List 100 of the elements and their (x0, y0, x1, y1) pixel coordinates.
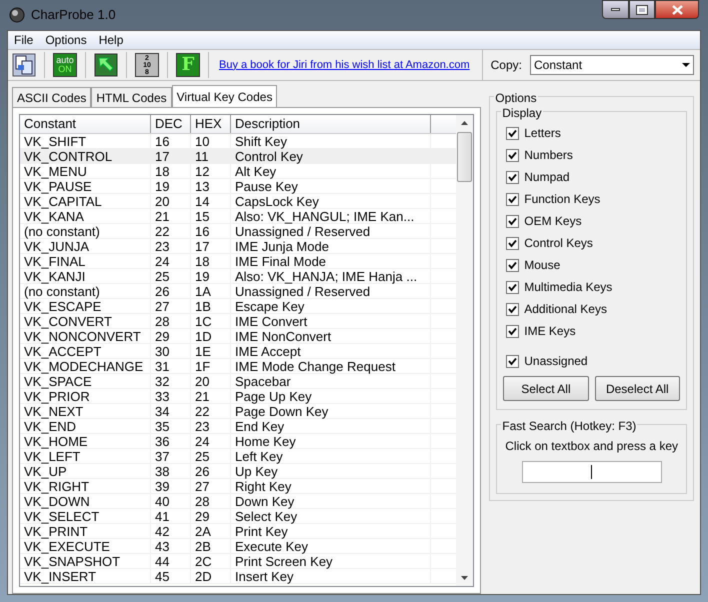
table-cell: VK_SELECT (20, 509, 151, 523)
table-row[interactable]: VK_SPACE 32 20 Spacebar (20, 374, 456, 389)
table-cell: 19 (191, 269, 231, 283)
table-cell: 20 (151, 194, 191, 208)
scrollbar[interactable] (456, 115, 474, 586)
table-row[interactable]: VK_LEFT 37 25 Left Key (20, 449, 456, 464)
window-title: CharProbe 1.0 (31, 6, 116, 24)
column-header[interactable]: Description (231, 115, 431, 133)
table-cell: Down Key (231, 494, 431, 508)
select-button[interactable]: Deselect All (594, 376, 680, 401)
table-row[interactable]: VK_END 35 23 End Key (20, 419, 456, 434)
table-row[interactable]: VK_CONVERT 28 1C IME Convert (20, 314, 456, 329)
checkbox[interactable] (506, 236, 520, 250)
checkbox[interactable] (506, 354, 520, 368)
table-row[interactable]: VK_NEXT 34 22 Page Down Key (20, 404, 456, 419)
table-row[interactable]: VK_CAPITAL 20 14 CapsLock Key (20, 194, 456, 209)
table-row[interactable]: (no constant) 26 1A Unassigned / Reserved (20, 284, 456, 299)
checkbox[interactable] (506, 302, 520, 316)
amazon-link[interactable]: Buy a book for Jiri from his wish list at Amazon.com (219, 56, 470, 74)
table-cell: 22 (151, 224, 191, 238)
table-row[interactable]: VK_HOME 36 24 Home Key (20, 434, 456, 449)
maximize-button[interactable] (629, 0, 655, 19)
menu-item[interactable]: Help (92, 31, 130, 49)
checkbox-label[interactable]: Control Keys (524, 234, 593, 252)
table-row[interactable]: VK_PAUSE 19 13 Pause Key (20, 179, 456, 194)
checkbox[interactable] (506, 214, 520, 228)
scroll-thumb[interactable] (457, 132, 472, 182)
column-header[interactable]: DEC (151, 115, 191, 133)
table-row[interactable]: VK_SNAPSHOT 44 2C Print Screen Key (20, 554, 456, 569)
table-row[interactable]: VK_SELECT 41 29 Select Key (20, 509, 456, 524)
table-cell: 1F (191, 359, 231, 373)
table-cell: 2A (191, 524, 231, 538)
menu-item[interactable]: Options (39, 31, 93, 49)
minimize-button[interactable] (602, 0, 629, 19)
table-row[interactable]: (no constant) 22 16 Unassigned / Reserved (20, 224, 456, 239)
copy-label: Copy: (490, 57, 522, 74)
checkbox-label[interactable]: OEM Keys (524, 212, 582, 230)
checkbox[interactable] (506, 170, 520, 184)
table-row[interactable]: VK_ESCAPE 27 1B Escape Key (20, 299, 456, 314)
tab[interactable]: ASCII Codes (12, 87, 92, 107)
table-row[interactable]: VK_MODECHANGE 31 1F IME Mode Change Request (20, 359, 456, 374)
checkbox-label[interactable]: Letters (524, 124, 561, 142)
checkbox[interactable] (506, 280, 520, 294)
checkbox-label[interactable]: Mouse (524, 256, 560, 274)
table-cell: 28 (191, 494, 231, 508)
table-row[interactable]: VK_FINAL 24 18 IME Final Mode (20, 254, 456, 269)
menu-item[interactable]: File (8, 31, 40, 49)
checkbox-label[interactable]: Additional Keys (524, 300, 607, 318)
toolbar-button[interactable]: auto ON (53, 53, 77, 77)
table-cell: 22 (191, 404, 231, 418)
checkbox[interactable] (506, 258, 520, 272)
table-cell: 21 (151, 209, 191, 223)
checkbox-label[interactable]: Numbers (524, 146, 573, 164)
table-cell: VK_ESCAPE (20, 299, 151, 313)
table-cell: 34 (151, 404, 191, 418)
checkbox-label[interactable]: Function Keys (524, 190, 600, 208)
select-button[interactable]: Select All (503, 376, 589, 401)
table-cell: VK_CONTROL (20, 149, 151, 163)
checkbox[interactable] (506, 192, 520, 206)
table-row[interactable]: VK_PRIOR 33 21 Page Up Key (20, 389, 456, 404)
table-cell: Page Down Key (231, 404, 431, 418)
table-row[interactable]: VK_DOWN 40 28 Down Key (20, 494, 456, 509)
table-row[interactable]: VK_PRINT 42 2A Print Key (20, 524, 456, 539)
close-button[interactable] (655, 0, 699, 19)
table-row[interactable]: VK_ACCEPT 30 1E IME Accept (20, 344, 456, 359)
table-cell: Pause Key (231, 179, 431, 193)
table-row[interactable]: VK_KANJI 25 19 Also: VK_HANJA; IME Hanja ... (20, 269, 456, 284)
tab[interactable]: Virtual Key Codes (172, 85, 278, 107)
table-row[interactable]: VK_JUNJA 23 17 IME Junja Mode (20, 239, 456, 254)
table-row[interactable]: VK_RIGHT 39 27 Right Key (20, 479, 456, 494)
checkbox-label[interactable]: IME Keys (524, 322, 576, 340)
table-cell: Shift Key (231, 134, 431, 148)
checkbox-label[interactable]: Numpad (524, 168, 570, 186)
copy-dropdown[interactable]: Constant (530, 55, 694, 75)
column-header[interactable]: Constant (20, 115, 151, 133)
table-row[interactable]: VK_MENU 18 12 Alt Key (20, 164, 456, 179)
checkbox-label[interactable]: Multimedia Keys (524, 278, 612, 296)
key-input-field[interactable] (522, 461, 662, 483)
table-cell: Print Screen Key (231, 554, 431, 568)
checkbox-label[interactable]: Unassigned (524, 352, 588, 370)
table-cell: Alt Key (231, 164, 431, 178)
table-cell: Escape Key (231, 299, 431, 313)
table-cell: VK_END (20, 419, 151, 433)
table-row[interactable]: VK_KANA 21 15 Also: VK_HANGUL; IME Kan... (20, 209, 456, 224)
checkbox[interactable] (506, 126, 520, 140)
column-header[interactable]: HEX (191, 115, 231, 133)
table-row[interactable]: VK_UP 38 26 Up Key (20, 464, 456, 479)
table-row[interactable]: VK_INSERT 45 2D Insert Key (20, 569, 456, 584)
table-cell: 45 (151, 569, 191, 583)
table-cell: VK_HOME (20, 434, 151, 448)
table-cell: Unassigned / Reserved (231, 224, 431, 238)
table-row[interactable]: VK_SHIFT 16 10 Shift Key (20, 134, 456, 149)
checkbox[interactable] (506, 324, 520, 338)
table-row[interactable]: VK_CONTROL 17 11 Control Key (20, 149, 456, 164)
checkbox[interactable] (506, 148, 520, 162)
tab[interactable]: HTML Codes (91, 87, 172, 107)
table-row[interactable]: VK_EXECUTE 43 2B Execute Key (20, 539, 456, 554)
documents-icon[interactable] (12, 53, 36, 77)
table-row[interactable]: VK_NONCONVERT 29 1D IME NonConvert (20, 329, 456, 344)
table-cell: VK_FINAL (20, 254, 151, 268)
